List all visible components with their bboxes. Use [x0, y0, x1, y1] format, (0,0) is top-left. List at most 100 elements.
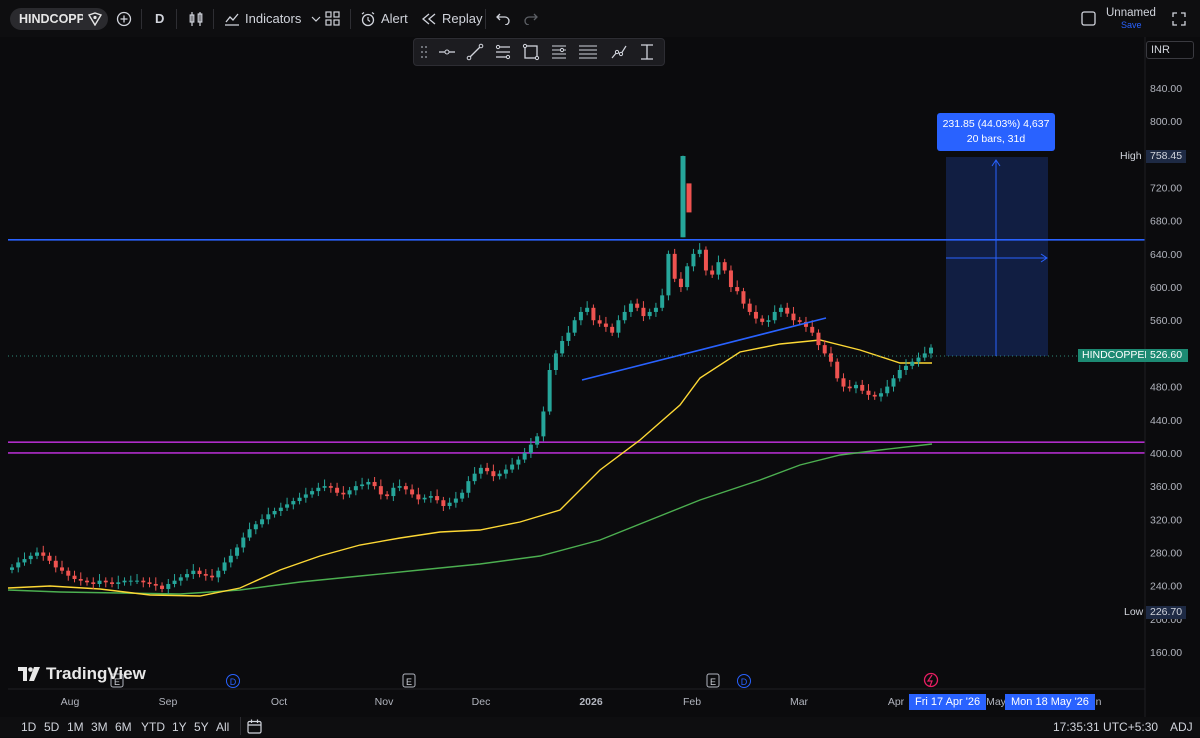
time-axis-tick: 2026	[579, 696, 603, 708]
candle-body	[310, 491, 315, 495]
range-all[interactable]: All	[216, 720, 229, 734]
candle-body	[691, 253, 696, 267]
candle-body	[866, 390, 871, 395]
candle-body	[853, 384, 858, 389]
candle-body	[297, 497, 302, 502]
candle-body	[66, 570, 71, 576]
symbol-price-tag: HINDCOPPER	[1078, 349, 1157, 362]
candle-body	[541, 411, 546, 437]
candle-body	[685, 266, 690, 288]
measure-price-change: 231.85 (44.03%) 4,637	[942, 118, 1050, 130]
candle-body	[166, 583, 171, 589]
candle-body	[147, 582, 152, 584]
candle-body	[197, 570, 202, 575]
candle-body	[747, 303, 752, 312]
candle-body	[447, 502, 452, 507]
range-5y[interactable]: 5Y	[194, 720, 209, 734]
price-chart[interactable]: 840.00800.00760.00720.00680.00640.00600.…	[0, 0, 1200, 737]
candle-body	[322, 486, 327, 488]
candle-body	[222, 562, 227, 571]
candle-body	[228, 555, 233, 563]
candle-body	[203, 574, 208, 576]
candle-body	[397, 486, 402, 488]
measure-tool-icon[interactable]	[638, 43, 656, 61]
candle-body	[353, 486, 358, 491]
time-axis-tick: Dec	[472, 696, 491, 708]
range-ytd[interactable]: YTD	[141, 720, 165, 734]
candle-body	[516, 459, 521, 465]
time-axis-tick: Oct	[271, 696, 287, 708]
candle-body	[591, 307, 596, 321]
price-axis-tick: 720.00	[1150, 183, 1182, 195]
candle-body	[860, 384, 865, 391]
candle-body	[891, 378, 896, 387]
candle-body	[285, 504, 290, 508]
path-tool-icon[interactable]	[610, 43, 628, 61]
candle-body	[235, 547, 240, 556]
candle-body	[185, 574, 190, 578]
range-end-date-tag: Mon 18 May '26	[1005, 694, 1095, 710]
candle-body	[466, 481, 471, 493]
trend-line-tool-icon[interactable]	[466, 43, 484, 61]
price-axis-tick: 480.00	[1150, 382, 1182, 394]
time-axis-tick: Apr	[888, 696, 905, 708]
range-5d[interactable]: 5D	[44, 720, 59, 734]
candle-body	[372, 481, 377, 487]
range-3m[interactable]: 3M	[91, 720, 108, 734]
parallel-channel-tool-icon[interactable]	[494, 43, 512, 61]
price-axis-tick: 560.00	[1150, 315, 1182, 327]
goto-date-button[interactable]	[247, 719, 262, 737]
candle-body	[647, 311, 652, 317]
candle-body	[672, 253, 677, 279]
candle-body	[666, 253, 671, 296]
candle-body	[716, 262, 721, 275]
candle-body	[503, 469, 508, 474]
candle-body	[35, 552, 40, 556]
adj-toggle[interactable]: ADJ	[1170, 720, 1193, 734]
range-1m[interactable]: 1M	[67, 720, 84, 734]
candle-body	[153, 583, 158, 586]
tradingview-logo[interactable]: TradingView	[18, 664, 146, 684]
candle-body	[460, 492, 465, 499]
candle-body	[878, 393, 883, 397]
time-axis-tick: Aug	[61, 696, 80, 708]
candle-body	[391, 487, 396, 497]
candle-body	[641, 307, 646, 317]
range-1y[interactable]: 1Y	[172, 720, 187, 734]
candle-body	[660, 295, 665, 308]
candle-body	[22, 559, 27, 563]
candle-body	[835, 361, 840, 379]
horizontal-line-tool-icon[interactable]	[438, 44, 456, 60]
clock-timezone[interactable]: 17:35:31 UTC+5:30	[1053, 720, 1158, 734]
time-axis-tick: Mar	[790, 696, 809, 708]
range-1d[interactable]: 1D	[21, 720, 36, 734]
candle-body	[916, 357, 921, 362]
fib-extension-tool-icon[interactable]	[578, 43, 598, 61]
fib-retracement-tool-icon[interactable]	[550, 43, 568, 61]
candle-body	[416, 494, 421, 500]
candle-body	[778, 307, 783, 312]
candle-body	[785, 307, 790, 314]
candle-body	[278, 507, 283, 511]
candle-body	[178, 577, 183, 581]
range-6m[interactable]: 6M	[115, 720, 132, 734]
rectangle-tool-icon[interactable]	[522, 43, 540, 61]
candle-body	[428, 496, 433, 498]
price-axis-tick: 680.00	[1150, 216, 1182, 228]
candle-body	[686, 183, 692, 213]
candle-body	[247, 529, 252, 538]
currency-selector[interactable]: INR	[1146, 41, 1194, 59]
candle-body	[710, 270, 715, 275]
candle-body	[741, 291, 746, 304]
drawing-toolbar	[413, 38, 665, 66]
candle-body	[135, 580, 140, 582]
drag-handle-icon[interactable]	[420, 45, 428, 59]
candle-body	[172, 580, 177, 584]
candle-body	[885, 386, 890, 394]
candle-body	[822, 345, 827, 354]
candle-body	[335, 487, 340, 493]
candle-body	[360, 484, 365, 487]
range-divider	[240, 717, 241, 738]
high-value-tag: 758.45	[1146, 150, 1187, 163]
candle-body	[403, 486, 408, 490]
